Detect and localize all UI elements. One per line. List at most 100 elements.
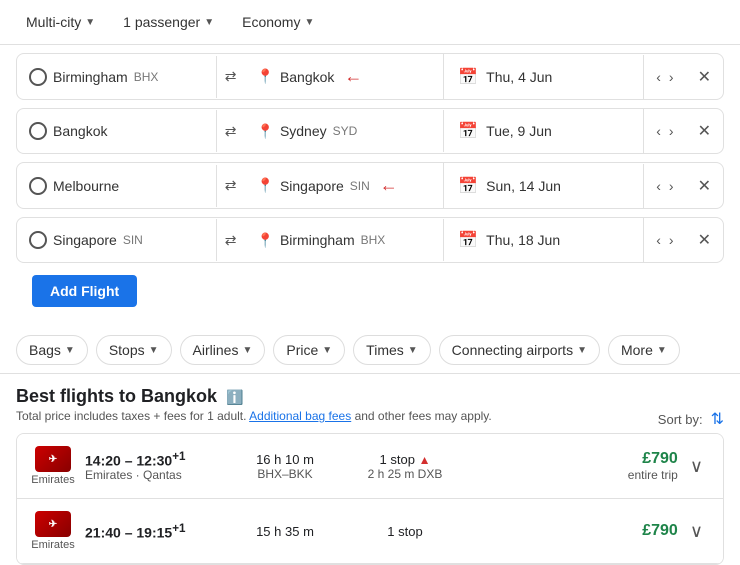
- airline-name-label-0: Emirates: [31, 474, 74, 486]
- remove-flight-button-3[interactable]: ✕: [686, 222, 723, 258]
- segment-0: Birmingham BHX ⇄ 📍 Bangkok ←: [17, 54, 444, 99]
- dest-code-3: BHX: [361, 233, 386, 247]
- flight-row: Bangkok ⇄ 📍 Sydney SYD 📅 Tue, 9 Jun ‹ › …: [16, 108, 724, 154]
- pin-icon-0: 📍: [257, 68, 274, 85]
- price-chevron-icon: ▼: [322, 345, 332, 356]
- date-field-2[interactable]: 📅 Sun, 14 Jun: [444, 164, 644, 208]
- swap-button-1[interactable]: ⇄: [217, 117, 245, 146]
- more-filter-button[interactable]: More ▼: [608, 335, 680, 365]
- date-text-2: Sun, 14 Jun: [486, 178, 561, 194]
- origin-field-1[interactable]: Bangkok: [17, 110, 217, 152]
- times-filter-button[interactable]: Times ▼: [353, 335, 431, 365]
- dest-field-0[interactable]: 📍 Bangkok ←: [245, 54, 444, 99]
- bags-chevron-icon: ▼: [65, 345, 75, 356]
- calendar-icon-2: 📅: [458, 176, 478, 196]
- remove-flight-button-2[interactable]: ✕: [686, 168, 723, 204]
- flight-time-1: 21:40 – 19:15+1: [85, 522, 225, 541]
- stops-filter-label: Stops: [109, 342, 145, 358]
- price-filter-button[interactable]: Price ▼: [273, 335, 345, 365]
- prev-date-button-1[interactable]: ‹: [652, 117, 665, 145]
- passengers-chevron-icon: ▼: [204, 17, 214, 28]
- sort-icon[interactable]: ⇅: [711, 409, 724, 429]
- flight-stops-col-1: 1 stop: [345, 524, 465, 539]
- remove-flight-button-0[interactable]: ✕: [686, 59, 723, 95]
- origin-field-0[interactable]: Birmingham BHX: [17, 56, 217, 98]
- date-field-3[interactable]: 📅 Thu, 18 Jun: [444, 218, 644, 262]
- swap-button-3[interactable]: ⇄: [217, 226, 245, 255]
- origin-city-0: Birmingham: [53, 69, 128, 85]
- next-date-button-0[interactable]: ›: [665, 63, 678, 91]
- dest-field-2[interactable]: 📍 Singapore SIN ←: [245, 163, 444, 208]
- origin-field-3[interactable]: Singapore SIN: [17, 219, 217, 261]
- calendar-icon-0: 📅: [458, 67, 478, 87]
- date-field-0[interactable]: 📅 Thu, 4 Jun: [444, 55, 644, 99]
- flight-price-col-0: £790 entire trip: [465, 450, 678, 482]
- next-date-button-3[interactable]: ›: [665, 226, 678, 254]
- swap-button-2[interactable]: ⇄: [217, 171, 245, 200]
- connecting-airports-chevron-icon: ▼: [577, 345, 587, 356]
- trip-type-chevron-icon: ▼: [85, 17, 95, 28]
- expand-result-button-1[interactable]: ∨: [686, 517, 707, 546]
- date-nav-0: ‹ ›: [644, 63, 685, 91]
- flight-time-col-0: 14:20 – 12:30+1 Emirates · Qantas: [85, 450, 225, 483]
- origin-icon-0: [29, 68, 47, 86]
- sort-label: Sort by:: [658, 412, 703, 427]
- prev-date-button-0[interactable]: ‹: [652, 63, 665, 91]
- stop-detail-0: 2 h 25 m DXB: [345, 467, 465, 481]
- additional-bag-fees-link[interactable]: Additional bag fees: [249, 409, 351, 423]
- trip-type-button[interactable]: Multi-city ▼: [16, 8, 105, 36]
- times-filter-label: Times: [366, 342, 404, 358]
- connecting-airports-filter-button[interactable]: Connecting airports ▼: [439, 335, 600, 365]
- dest-city-0: Bangkok: [280, 69, 334, 85]
- airlines-chevron-icon: ▼: [242, 345, 252, 356]
- flight-results-list: ✈ Emirates 14:20 – 12:30+1 Emirates · Qa…: [16, 433, 724, 565]
- bags-filter-button[interactable]: Bags ▼: [16, 335, 88, 365]
- origin-field-2[interactable]: Melbourne: [17, 165, 217, 207]
- flight-duration-0: 16 h 10 m: [225, 452, 345, 467]
- flight-stops-0: 1 stop ▲: [345, 452, 465, 467]
- flight-duration-col-1: 15 h 35 m: [225, 524, 345, 539]
- dest-field-3[interactable]: 📍 Birmingham BHX: [245, 220, 444, 261]
- airlines-filter-button[interactable]: Airlines ▼: [180, 335, 266, 365]
- origin-icon-1: [29, 122, 47, 140]
- dest-code-1: SYD: [333, 124, 358, 138]
- flight-time-0: 14:20 – 12:30+1: [85, 450, 225, 469]
- prev-date-button-2[interactable]: ‹: [652, 172, 665, 200]
- flight-price-col-1: £790: [465, 522, 678, 540]
- calendar-icon-1: 📅: [458, 121, 478, 141]
- origin-icon-2: [29, 177, 47, 195]
- flight-duration-col-0: 16 h 10 m BHX–BKK: [225, 452, 345, 481]
- segment-3: Singapore SIN ⇄ 📍 Birmingham BHX: [17, 219, 444, 261]
- stop-warning-icon-0: ▲: [419, 453, 431, 467]
- flight-row: Singapore SIN ⇄ 📍 Birmingham BHX 📅 Thu, …: [16, 217, 724, 263]
- date-text-0: Thu, 4 Jun: [486, 69, 552, 85]
- add-flight-button[interactable]: Add Flight: [32, 275, 137, 307]
- subtitle-suffix: and other fees may apply.: [355, 409, 492, 423]
- calendar-icon-3: 📅: [458, 230, 478, 250]
- cabin-chevron-icon: ▼: [304, 17, 314, 28]
- prev-date-button-3[interactable]: ‹: [652, 226, 665, 254]
- passengers-button[interactable]: 1 passenger ▼: [113, 8, 224, 36]
- results-subtitle: Total price includes taxes + fees for 1 …: [16, 409, 724, 423]
- top-bar: Multi-city ▼ 1 passenger ▼ Economy ▼: [0, 0, 740, 45]
- remove-flight-button-1[interactable]: ✕: [686, 113, 723, 149]
- flight-stops-col-0: 1 stop ▲ 2 h 25 m DXB: [345, 452, 465, 481]
- stops-filter-button[interactable]: Stops ▼: [96, 335, 172, 365]
- date-field-1[interactable]: 📅 Tue, 9 Jun: [444, 109, 644, 153]
- date-text-3: Thu, 18 Jun: [486, 232, 560, 248]
- expand-result-button-0[interactable]: ∨: [686, 452, 707, 481]
- airline-name-label-1: Emirates: [31, 539, 74, 551]
- swap-button-0[interactable]: ⇄: [217, 62, 245, 91]
- dest-arrow-0: ←: [344, 66, 362, 87]
- dest-city-3: Birmingham: [280, 232, 355, 248]
- dest-city-2: Singapore: [280, 178, 344, 194]
- dest-field-1[interactable]: 📍 Sydney SYD: [245, 111, 444, 152]
- dest-code-2: SIN: [350, 179, 370, 193]
- flight-row: Birmingham BHX ⇄ 📍 Bangkok ← 📅 Thu, 4 Ju…: [16, 53, 724, 100]
- next-date-button-1[interactable]: ›: [665, 117, 678, 145]
- flight-rows: Birmingham BHX ⇄ 📍 Bangkok ← 📅 Thu, 4 Ju…: [0, 45, 740, 327]
- next-date-button-2[interactable]: ›: [665, 172, 678, 200]
- cabin-button[interactable]: Economy ▼: [232, 8, 324, 36]
- emirates-logo-1: ✈: [35, 511, 71, 537]
- airline-logo-0: ✈ Emirates: [33, 446, 73, 486]
